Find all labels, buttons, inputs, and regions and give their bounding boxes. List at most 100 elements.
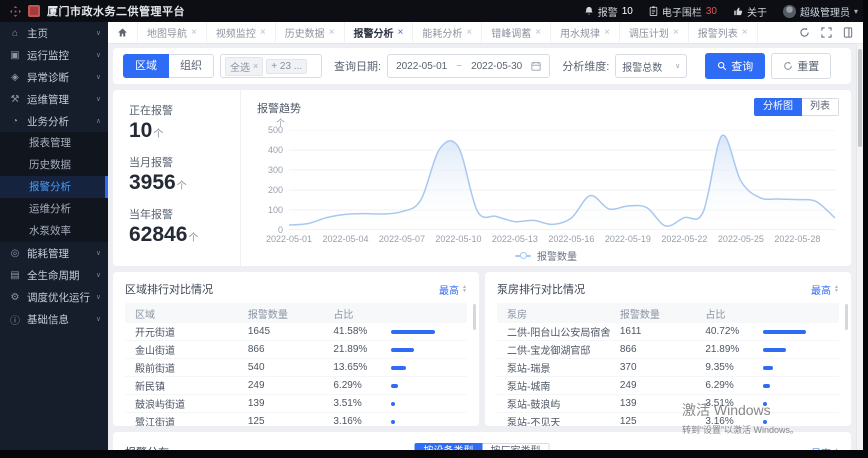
chart-legend[interactable]: 报警数量	[515, 248, 577, 263]
org-mode-button[interactable]: 组织	[169, 54, 214, 78]
content: 地图导航 × 视频监控 × 历史数据 × 报警分析 × 能耗分析 × 错峰调蓄 × 用水规律 × 调压计划 ×…	[108, 22, 863, 450]
sidebar-item-异常诊断[interactable]: ◈ 异常诊断 ∨	[0, 66, 108, 88]
mode-switch: 区域 组织	[123, 54, 214, 78]
table-scrollbar[interactable]	[845, 304, 848, 330]
end-date-value[interactable]: 2022-05-30	[471, 61, 522, 72]
sidebar-item-主页[interactable]: ⌂ 主页 ∨	[0, 22, 108, 44]
remove-tag-icon[interactable]: ×	[253, 61, 258, 71]
distribution-toggle-按厂家类型[interactable]: 按厂家类型	[482, 443, 550, 450]
stat-当月报警: 当月报警 3956个	[129, 154, 240, 194]
close-icon[interactable]: ×	[673, 27, 679, 38]
home-tab[interactable]	[108, 22, 138, 43]
dimension-value: 报警总数	[622, 62, 663, 74]
percent-bar	[763, 347, 787, 352]
sidebar-subitem-报警分析[interactable]: 报警分析	[0, 176, 108, 198]
percent-bar-cell	[753, 383, 839, 388]
table-row[interactable]: 鼓浪屿街道 139 3.51%	[125, 395, 467, 413]
thumb-up-icon	[733, 6, 743, 16]
region-mode-button[interactable]: 区域	[123, 54, 169, 78]
table-row[interactable]: 泵站-鼓浪屿 139 3.51%	[497, 395, 839, 413]
sidebar-item-业务分析[interactable]: ◔ 业务分析 ∧	[0, 110, 108, 132]
tab-视频监控[interactable]: 视频监控 ×	[207, 22, 276, 43]
percent-bar	[763, 329, 807, 334]
user-menu[interactable]: 超级管理员 ▾	[782, 4, 858, 19]
sidebar-item-全生命周期[interactable]: ▤ 全生命周期 ∨	[0, 264, 108, 286]
table-row[interactable]: 新民镇 249 6.29%	[125, 377, 467, 395]
table-row[interactable]: 泵站-不见天 125 3.16%	[497, 413, 839, 426]
sidebar-item-能耗管理[interactable]: ◎ 能耗管理 ∨	[0, 242, 108, 264]
alarm-menu[interactable]: 报警 10	[584, 4, 633, 19]
sort-control[interactable]: 最高 ▲▼	[439, 282, 467, 296]
scrollbar-thumb[interactable]	[858, 49, 862, 147]
distribution-toggle-按设备类型[interactable]: 按设备类型	[414, 443, 483, 450]
tab-label: 报警分析	[353, 29, 394, 40]
table-row[interactable]: 开元街道 1645 41.58%	[125, 323, 467, 341]
close-icon[interactable]: ×	[535, 27, 541, 38]
sidebar-item-基础信息[interactable]: ⓘ 基础信息 ∨	[0, 308, 108, 330]
close-icon[interactable]: ×	[742, 27, 748, 38]
chevron-down-icon: ∨	[95, 250, 101, 257]
chart-plot[interactable]	[289, 130, 835, 230]
panel-toggle-icon[interactable]	[843, 27, 853, 38]
close-icon[interactable]: ×	[604, 27, 610, 38]
table-row[interactable]: 泵站-城南 249 6.29%	[497, 377, 839, 395]
reset-button[interactable]: 重置	[771, 53, 832, 79]
table-row[interactable]: 泵站-瑞景 370 9.35%	[497, 359, 839, 377]
region-multiselect[interactable]: 全选 × + 23 ...	[220, 54, 322, 78]
table-card-left: 区域排行对比情况 最高 ▲ ▼ 区域 报警数量 占比 开元街道 1645 41.58% 金山街…	[113, 272, 479, 426]
tab-报警分析[interactable]: 报警分析 ×	[345, 22, 414, 43]
selected-tag-chip[interactable]: 全选 ×	[225, 56, 264, 76]
cell-percent: 13.65%	[333, 362, 368, 373]
table-row[interactable]: 鹭江街道 125 3.16%	[125, 413, 467, 426]
move-handle-icon[interactable]	[10, 5, 21, 17]
cell-name: 二供-阳台山公安局宿舍	[507, 328, 610, 339]
sidebar-subitem-运维分析[interactable]: 运维分析	[0, 198, 108, 220]
fence-menu[interactable]: 电子围栏 30	[649, 4, 717, 19]
alarm-trend-area-chart	[289, 130, 835, 230]
tab-报警列表[interactable]: 报警列表 ×	[689, 22, 758, 43]
tab-历史数据[interactable]: 历史数据 ×	[276, 22, 345, 43]
refresh-icon[interactable]	[799, 27, 810, 38]
sidebar-item-运维管理[interactable]: ⚒ 运维管理 ∨	[0, 88, 108, 110]
sidebar-item-运行监控[interactable]: ▣ 运行监控 ∨	[0, 44, 108, 66]
table-row[interactable]: 金山街道 866 21.89%	[125, 341, 467, 359]
tab-调压计划[interactable]: 调压计划 ×	[620, 22, 689, 43]
close-icon[interactable]: ×	[260, 27, 266, 38]
sort-control[interactable]: 最高 ▲▼	[811, 282, 839, 296]
table-row[interactable]: 二供-宝龙御湖官邸 866 21.89%	[497, 341, 839, 359]
table-row[interactable]: 殿前街道 540 13.65%	[125, 359, 467, 377]
about-menu[interactable]: 关于	[733, 4, 767, 19]
tab-地图导航[interactable]: 地图导航 ×	[138, 22, 207, 43]
close-icon[interactable]: ×	[466, 27, 472, 38]
tab-能耗分析[interactable]: 能耗分析 ×	[413, 22, 483, 43]
sidebar-subitem-历史数据[interactable]: 历史数据	[0, 154, 108, 176]
sidebar-item-调度优化运行[interactable]: ⚙ 调度优化运行 ∨	[0, 286, 108, 308]
cell-count: 866	[619, 344, 637, 355]
date-range-picker[interactable]: 2022-05-01 ~ 2022-05-30	[387, 54, 551, 78]
close-icon[interactable]: ×	[398, 27, 404, 38]
percent-bar	[391, 365, 406, 370]
close-icon[interactable]: ×	[191, 27, 197, 38]
more-tags-chip[interactable]: + 23 ...	[266, 58, 308, 74]
home-icon: ⌂	[11, 27, 19, 39]
table-scrollbar[interactable]	[473, 304, 476, 330]
percent-bar	[391, 419, 395, 424]
view-toggle-列表[interactable]: 列表	[802, 98, 839, 116]
close-icon[interactable]: ×	[329, 27, 335, 38]
sidebar-subitem-报表管理[interactable]: 报表管理	[0, 132, 108, 154]
search-button[interactable]: 查询	[705, 53, 766, 79]
table-row[interactable]: 二供-阳台山公安局宿舍 1611 40.72%	[497, 323, 839, 341]
filter-bar: 区域 组织 全选 × + 23 ... 查询日期: 2022-05-01 ~ 2…	[113, 48, 851, 84]
start-date-value[interactable]: 2022-05-01	[396, 61, 447, 72]
reset-icon	[783, 61, 793, 71]
tab-用水规律[interactable]: 用水规律 ×	[551, 22, 620, 43]
tab-错峰调蓄[interactable]: 错峰调蓄 ×	[482, 22, 552, 43]
dimension-select[interactable]: 报警总数 ∨	[615, 54, 688, 78]
fullscreen-icon[interactable]	[821, 27, 832, 38]
sidebar-subitem-水泵效率[interactable]: 水泵效率	[0, 220, 108, 242]
percent-bar-cell	[753, 419, 839, 424]
view-toggle-分析图[interactable]: 分析图	[754, 98, 802, 116]
table-body-left: 区域 报警数量 占比 开元街道 1645 41.58% 金山街道 866 21.89% 殿前街道 5…	[125, 303, 467, 426]
page-scrollbar[interactable]	[856, 44, 863, 450]
search-button-label: 查询	[731, 61, 754, 73]
